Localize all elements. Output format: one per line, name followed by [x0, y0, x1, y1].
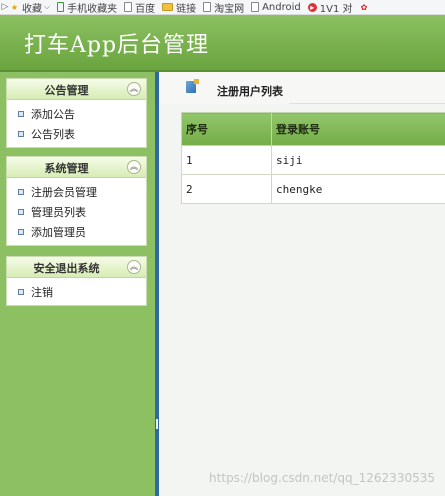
menu-item-add-announcement[interactable]: 添加公告: [7, 104, 146, 124]
bookmark-label: 1V1 对: [319, 3, 353, 15]
menu-item-label: 注册会员管理: [31, 186, 97, 199]
bookmarks-bar: ▷ ★ 收藏 ⌵ 手机收藏夹 百度 链接 淘宝网 Android ▸ 1V1 对…: [0, 0, 445, 15]
bullet-icon: [18, 289, 24, 295]
table-row: 1 siji: [181, 145, 445, 175]
column-header-account: 登录账号: [271, 112, 445, 146]
collapse-up-icon[interactable]: ︽: [127, 82, 141, 96]
panel-title: 系统管理: [44, 162, 89, 175]
menu-item-logout[interactable]: 注销: [7, 282, 146, 302]
menu-item-label: 添加管理员: [31, 226, 86, 239]
bookmark-label: 百度: [135, 3, 156, 15]
bookmark-label: Android: [262, 1, 301, 13]
column-header-id: 序号: [181, 112, 272, 146]
bookmarks-expand-icon[interactable]: ▷: [0, 2, 10, 12]
page-icon: [251, 2, 260, 12]
bookmark-android[interactable]: Android: [251, 2, 301, 13]
menu-item-announcement-list[interactable]: 公告列表: [7, 124, 146, 144]
app-header: 打车App后台管理: [0, 15, 445, 70]
panel-title: 公告管理: [44, 84, 89, 97]
bullet-icon: [18, 189, 24, 195]
cell-account: siji: [271, 145, 445, 175]
bookmark-label: 链接: [176, 3, 197, 15]
bullet-icon: [18, 111, 24, 117]
app-title: 打车App后台管理: [24, 33, 210, 58]
main-content: 注册用户列表 序号 登录账号 1 siji 2 chengke https://…: [159, 72, 445, 496]
panel-header[interactable]: 安全退出系统 ︽: [7, 257, 146, 278]
cell-id: 1: [181, 145, 272, 175]
bookmark-1v1[interactable]: ▸ 1V1 对: [307, 0, 353, 15]
panel-header[interactable]: 公告管理 ︽: [7, 79, 146, 100]
panel-system: 系统管理 ︽ 注册会员管理 管理员列表 添加管理员: [6, 156, 147, 246]
folder-icon: [162, 3, 174, 11]
bullet-icon: [18, 229, 24, 235]
menu-item-label: 添加公告: [31, 108, 75, 121]
page-icon: [124, 2, 133, 12]
bookmark-mobile-favorites[interactable]: 手机收藏夹: [57, 0, 118, 15]
bullet-icon: [18, 131, 24, 137]
collapse-up-icon[interactable]: ︽: [127, 260, 141, 274]
sidebar: 公告管理 ︽ 添加公告 公告列表 系统管理 ︽ 注册会员管理 管理员列表 添加管…: [0, 72, 155, 496]
weibo-icon: ✿: [360, 2, 368, 12]
page-title: 注册用户列表: [217, 85, 283, 98]
menu-item-label: 公告列表: [31, 128, 75, 141]
bookmark-favorites[interactable]: ★ 收藏 ⌵: [10, 0, 51, 15]
bookmark-label: 淘宝网: [214, 3, 245, 15]
panel-logout: 安全退出系统 ︽ 注销: [6, 256, 147, 306]
bookmark-baidu[interactable]: 百度: [124, 0, 156, 15]
menu-item-admin-list[interactable]: 管理员列表: [7, 202, 146, 222]
bookmark-taobao[interactable]: 淘宝网: [203, 0, 245, 15]
bookmark-links[interactable]: 链接: [162, 0, 197, 15]
chevron-down-icon: ⌵: [44, 2, 51, 11]
table-header-row: 序号 登录账号: [181, 112, 445, 146]
star-icon: ★: [10, 2, 19, 12]
menu-item-label: 注销: [31, 286, 53, 299]
bullet-icon: [18, 209, 24, 215]
table-row: 2 chengke: [181, 174, 445, 204]
cell-id: 2: [181, 174, 272, 204]
bookmark-label: 手机收藏夹: [67, 3, 118, 15]
users-table: 序号 登录账号 1 siji 2 chengke: [181, 112, 445, 204]
header-rule: [289, 103, 445, 104]
panel-title: 安全退出系统: [33, 262, 100, 275]
bookmark-label: 收藏: [22, 3, 42, 15]
menu-item-label: 管理员列表: [31, 206, 86, 219]
cell-account: chengke: [271, 174, 445, 204]
edit-document-icon: [186, 79, 199, 93]
content-header: 注册用户列表: [159, 72, 445, 104]
panel-header[interactable]: 系统管理 ︽: [7, 157, 146, 178]
circle-play-icon: ▸: [307, 2, 317, 12]
panel-announcements: 公告管理 ︽ 添加公告 公告列表: [6, 78, 147, 148]
collapse-up-icon[interactable]: ︽: [127, 160, 141, 174]
bookmark-weibo[interactable]: ✿: [360, 3, 372, 12]
menu-item-member-management[interactable]: 注册会员管理: [7, 182, 146, 202]
menu-item-add-admin[interactable]: 添加管理员: [7, 222, 146, 242]
page-icon: [203, 2, 212, 12]
phone-icon: [57, 2, 65, 12]
watermark: https://blog.csdn.net/qq_1262330535: [209, 471, 435, 485]
